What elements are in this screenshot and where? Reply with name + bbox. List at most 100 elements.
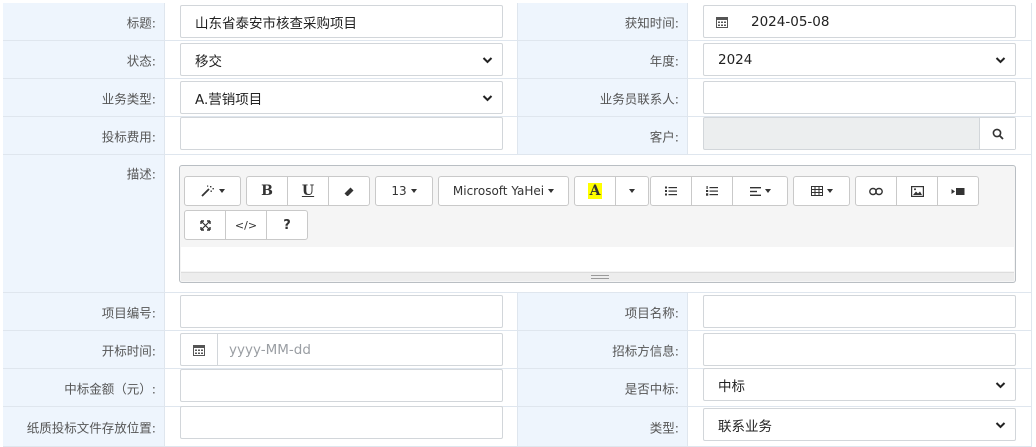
- won-select[interactable]: 中标: [703, 368, 1016, 401]
- video-button[interactable]: [937, 176, 979, 206]
- code-view-icon: </>: [234, 218, 258, 232]
- year-select-value: 2024: [718, 51, 753, 68]
- table-icon: [810, 186, 823, 196]
- help-icon: ?: [283, 217, 291, 233]
- bold-button[interactable]: B: [246, 176, 288, 206]
- open-time-label-cell: 开标时间:: [3, 331, 165, 369]
- biz-type-select[interactable]: A.营销项目: [180, 81, 503, 114]
- paper-loc-label-cell: 纸质投标文件存放位置:: [3, 407, 165, 447]
- project-no-label: 项目编号:: [101, 305, 156, 320]
- project-no-input[interactable]: [180, 295, 503, 328]
- bid-fee-label: 投标费用:: [101, 129, 156, 144]
- type-select-value: 联系业务: [718, 418, 772, 435]
- paper-loc-input[interactable]: [180, 406, 503, 439]
- biz-type-label-cell: 业务类型:: [3, 79, 165, 117]
- status-select-value: 移交: [195, 53, 222, 70]
- highlight-color-icon: A: [587, 183, 603, 199]
- font-size-dropdown[interactable]: 13: [375, 176, 433, 206]
- link-icon: [869, 187, 883, 195]
- ordered-list-icon: [706, 186, 718, 196]
- known-time-label: 获知时间:: [624, 15, 679, 30]
- type-label-cell: 类型:: [518, 407, 688, 447]
- calendar-icon[interactable]: [704, 6, 740, 37]
- project-name-label-cell: 项目名称:: [518, 293, 688, 331]
- eraser-icon: [344, 187, 354, 196]
- clear-format-button[interactable]: [328, 176, 370, 206]
- unordered-list-button[interactable]: [650, 176, 692, 206]
- title-input-value: 山东省泰安市核查采购项目: [195, 15, 357, 32]
- search-icon: [992, 128, 1004, 140]
- unordered-list-icon: [665, 186, 677, 196]
- resize-handle[interactable]: [181, 272, 1014, 281]
- underline-button[interactable]: U: [287, 176, 329, 206]
- won-label: 是否中标:: [624, 381, 679, 396]
- image-button[interactable]: [896, 176, 938, 206]
- amount-input[interactable]: [180, 369, 503, 402]
- tenderer-label: 招标方信息:: [612, 343, 679, 358]
- open-time-label: 开标时间:: [101, 343, 156, 358]
- paper-loc-label: 纸质投标文件存放位置:: [26, 420, 156, 435]
- search-button[interactable]: [979, 118, 1015, 149]
- table-dropdown[interactable]: [793, 176, 850, 206]
- ordered-list-button[interactable]: [691, 176, 733, 206]
- tenderer-input[interactable]: [703, 333, 1016, 366]
- amount-label-cell: 中标金额（元）:: [3, 369, 165, 407]
- link-button[interactable]: [855, 176, 897, 206]
- biz-type-label: 业务类型:: [101, 91, 156, 106]
- biz-type-select-value: A.营销项目: [195, 91, 263, 108]
- bid-fee-label-cell: 投标费用:: [3, 117, 165, 155]
- project-form: 标题: 山东省泰安市核查采购项目 获知时间: 2024-05-08 状态: 移交…: [0, 0, 1036, 447]
- year-select[interactable]: 2024: [703, 43, 1016, 76]
- image-icon: [910, 185, 924, 197]
- chevron-down-icon: [995, 421, 1006, 428]
- magic-wand-icon: [200, 185, 214, 197]
- status-label-cell: 状态:: [3, 41, 165, 79]
- align-dropdown[interactable]: [732, 176, 788, 206]
- editor-content-area[interactable]: [181, 247, 1014, 271]
- known-time-label-cell: 获知时间:: [518, 3, 688, 41]
- align-icon: [749, 186, 761, 196]
- chevron-down-icon: [482, 56, 493, 63]
- contact-input[interactable]: [703, 81, 1016, 114]
- chevron-down-icon: [482, 94, 493, 101]
- help-button[interactable]: ?: [266, 210, 308, 240]
- open-time-input[interactable]: yyyy-MM-dd: [180, 333, 503, 366]
- title-label-cell: 标题:: [3, 3, 165, 41]
- won-select-value: 中标: [718, 378, 745, 395]
- tenderer-label-cell: 招标方信息:: [518, 331, 688, 369]
- title-input[interactable]: 山东省泰安市核查采购项目: [180, 5, 503, 38]
- font-size-value: 13: [391, 184, 407, 198]
- grip-icon: [591, 275, 609, 279]
- highlight-color-button[interactable]: A: [574, 176, 616, 206]
- chevron-down-icon: [995, 381, 1006, 388]
- fullscreen-button[interactable]: [184, 210, 226, 240]
- open-time-placeholder: yyyy-MM-dd: [229, 341, 311, 358]
- year-label-cell: 年度:: [518, 41, 688, 79]
- type-select[interactable]: 联系业务: [703, 408, 1016, 441]
- style-button[interactable]: [184, 176, 241, 206]
- contact-label-cell: 业务员联系人:: [518, 79, 688, 117]
- year-label: 年度:: [649, 53, 679, 68]
- known-time-input[interactable]: 2024-05-08: [703, 5, 1016, 38]
- chevron-down-icon: [995, 56, 1006, 63]
- customer-label: 客户:: [649, 129, 679, 144]
- project-no-label-cell: 项目编号:: [3, 293, 165, 331]
- code-view-button[interactable]: </>: [225, 210, 267, 240]
- rich-text-editor: B U 13 Microsoft YaHei A </> ?: [179, 165, 1016, 283]
- font-name-value: Microsoft YaHei: [452, 184, 545, 198]
- customer-label-cell: 客户:: [518, 117, 688, 155]
- font-name-dropdown[interactable]: Microsoft YaHei: [438, 176, 569, 206]
- known-time-value: 2024-05-08: [751, 13, 830, 30]
- project-name-input[interactable]: [703, 295, 1016, 328]
- won-label-cell: 是否中标:: [518, 369, 688, 407]
- project-name-label: 项目名称:: [624, 305, 679, 320]
- amount-label: 中标金额（元）:: [64, 381, 156, 396]
- title-label: 标题:: [126, 15, 156, 30]
- video-icon: [951, 187, 965, 195]
- status-select[interactable]: 移交: [180, 43, 503, 76]
- bid-fee-input[interactable]: [180, 117, 503, 150]
- calendar-icon[interactable]: [181, 334, 218, 365]
- customer-input[interactable]: [703, 117, 1016, 150]
- desc-label: 描述:: [126, 166, 156, 182]
- color-dropdown-button[interactable]: [615, 176, 649, 206]
